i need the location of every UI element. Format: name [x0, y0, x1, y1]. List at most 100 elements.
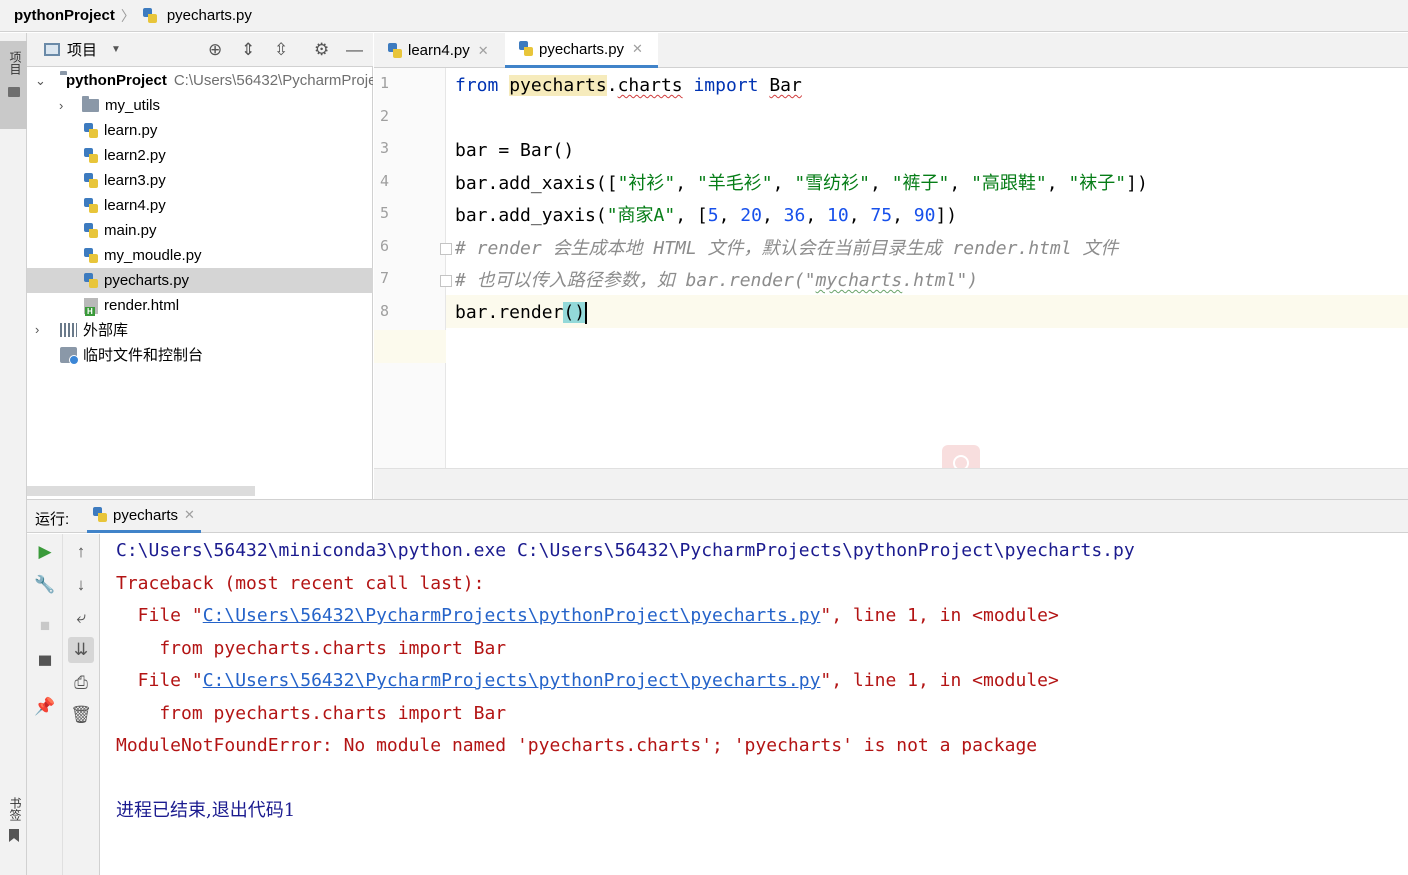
wrench-icon[interactable]: 🔧: [32, 572, 58, 598]
line-number-gutter: 1 2 3 4 5 6 7 8: [374, 68, 452, 468]
soft-wrap-icon[interactable]: ⤶: [68, 605, 94, 631]
rerun-icon[interactable]: ▶: [32, 539, 58, 565]
line-number: 7: [380, 269, 390, 287]
tab-learn4[interactable]: learn4.py ✕: [374, 33, 504, 68]
collapse-all-icon[interactable]: ⇳: [274, 40, 288, 60]
minimize-icon[interactable]: —: [346, 40, 363, 60]
console-file-link[interactable]: C:\Users\56432\PycharmProjects\pythonPro…: [203, 605, 821, 626]
code-token: ,: [949, 173, 972, 194]
close-icon[interactable]: ✕: [478, 43, 489, 59]
console-text: ", line 1, in <module>: [820, 605, 1059, 626]
tree-item-scratches[interactable]: 临时文件和控制台: [27, 342, 373, 367]
code-token: .: [606, 75, 618, 96]
bookmark-icon: [9, 829, 19, 842]
python-file-icon: [84, 172, 98, 189]
project-panel-title[interactable]: 项目: [67, 39, 97, 60]
code-token: ,: [892, 205, 914, 226]
expand-all-icon[interactable]: ⇕: [241, 40, 255, 60]
chevron-right-icon: 〉: [120, 7, 135, 24]
tree-item-external-libs[interactable]: › 外部库: [27, 317, 373, 342]
stripe-project-button[interactable]: 项目: [0, 41, 27, 129]
tree-item-file[interactable]: main.py: [27, 218, 373, 243]
code-token: bar.add_xaxis([: [455, 173, 618, 194]
tree-item-file[interactable]: my_moudle.py: [27, 243, 373, 268]
arrow-up-icon[interactable]: ↑: [68, 539, 94, 565]
console-file-link[interactable]: C:\Users\56432\PycharmProjects\pythonPro…: [203, 670, 821, 691]
code-token: "雪纺衫": [794, 173, 870, 194]
breadcrumb-project[interactable]: pythonProject: [14, 7, 115, 24]
fold-marker-icon[interactable]: [440, 243, 452, 255]
tree-item-label: my_utils: [105, 97, 161, 114]
python-file-icon: [84, 222, 98, 239]
code-line-1[interactable]: from pyecharts.charts import Bar: [455, 69, 802, 102]
tree-item-label: 临时文件和控制台: [83, 347, 204, 364]
code-line-5[interactable]: bar.add_yaxis("商家A", [5, 20, 36, 10, 75,…: [455, 199, 957, 232]
code-token: ]): [935, 205, 958, 226]
code-token: mycharts: [815, 270, 903, 291]
chevron-right-icon[interactable]: ›: [59, 98, 63, 113]
print-icon[interactable]: ⎙: [68, 670, 94, 696]
editor-horizontal-scrollbar[interactable]: [374, 468, 1408, 499]
tree-item-file[interactable]: learn4.py: [27, 193, 373, 218]
text-caret: [585, 302, 588, 324]
tree-item-file[interactable]: render.html: [27, 293, 373, 318]
tree-item-file[interactable]: learn3.py: [27, 168, 373, 193]
chevron-down-icon[interactable]: ⌄: [35, 73, 46, 89]
breadcrumb: pythonProject 〉 pyecharts.py: [0, 0, 1408, 32]
code-token: 90: [913, 205, 936, 226]
pin-icon[interactable]: 📌: [32, 694, 58, 720]
tree-item-my-utils[interactable]: › my_utils: [27, 93, 373, 118]
tree-item-label: render.html: [104, 297, 180, 314]
line-number: 8: [380, 302, 390, 320]
stripe-bookmarks-label: 书签: [8, 797, 22, 821]
code-line-7[interactable]: # 也可以传入路径参数，如 bar.render("mycharts.html"…: [455, 264, 978, 297]
library-icon: [60, 322, 77, 337]
folder-icon: [8, 87, 20, 97]
code-token: "商家A": [606, 205, 676, 226]
chevron-down-icon[interactable]: ▼: [111, 44, 121, 55]
project-panel-header: 项目 ▼ ⊕ ⇕ ⇳ ⚙ —: [27, 33, 373, 67]
code-token: "高跟鞋": [971, 173, 1047, 194]
code-token: ,: [675, 173, 697, 194]
tab-label: pyecharts.py: [539, 40, 625, 58]
tree-item-file-selected[interactable]: pyecharts.py: [27, 268, 373, 293]
tree-item-label: pythonProject: [66, 72, 167, 89]
code-line-8[interactable]: bar.render(): [455, 296, 588, 329]
project-panel: 项目 ▼ ⊕ ⇕ ⇳ ⚙ — ⌄ pythonProject C:\Users\…: [27, 33, 373, 499]
run-toolbar-secondary: ↑ ↓ ⤶ ⇊ ⎙ 🗑: [63, 534, 100, 875]
tree-item-root[interactable]: ⌄ pythonProject C:\Users\56432\PycharmPr…: [27, 68, 373, 93]
scroll-to-end-icon[interactable]: ⇊: [68, 637, 94, 663]
tree-item-label: learn2.py: [104, 147, 166, 164]
layout-icon[interactable]: ▀: [32, 653, 58, 679]
breadcrumb-file[interactable]: pyecharts.py: [167, 7, 252, 24]
python-file-icon: [84, 247, 98, 264]
close-icon[interactable]: ✕: [632, 41, 643, 57]
code-line-4[interactable]: bar.add_xaxis(["衬衫", "羊毛衫", "雪纺衫", "裤子",…: [455, 167, 1148, 200]
chevron-right-icon[interactable]: ›: [35, 322, 39, 337]
python-file-icon: [519, 41, 533, 57]
folder-icon: [82, 96, 99, 112]
tree-item-file[interactable]: learn.py: [27, 118, 373, 143]
run-tab-pyecharts[interactable]: pyecharts ✕: [87, 500, 201, 533]
locate-icon[interactable]: ⊕: [208, 40, 222, 60]
console-exit-line: 进程已结束,退出代码1: [116, 800, 296, 821]
code-line-3[interactable]: bar = Bar(): [455, 134, 574, 167]
trash-icon[interactable]: 🗑: [68, 702, 94, 728]
tree-item-path: C:\Users\56432\PycharmProjects\pythonPro…: [173, 72, 373, 89]
tab-pyecharts[interactable]: pyecharts.py ✕: [505, 33, 658, 68]
code-token: "裤子": [891, 173, 950, 194]
close-icon[interactable]: ✕: [184, 507, 195, 523]
code-token: "衬衫": [617, 173, 676, 194]
run-panel-header: 运行: pyecharts ✕: [27, 500, 1408, 533]
stripe-bookmarks-button[interactable]: 书签: [0, 793, 27, 853]
code-token: .html"): [902, 270, 979, 291]
fold-marker-icon[interactable]: [440, 275, 452, 287]
tree-item-file[interactable]: learn2.py: [27, 143, 373, 168]
line-number: 3: [380, 139, 390, 157]
gear-icon[interactable]: ⚙: [314, 40, 329, 60]
console-file-line: File "C:\Users\56432\PycharmProjects\pyt…: [116, 600, 1059, 632]
code-line-6[interactable]: # render 会生成本地 HTML 文件，默认会在当前目录生成 render…: [455, 232, 1118, 265]
arrow-down-icon[interactable]: ↓: [68, 572, 94, 598]
stop-icon[interactable]: ■: [32, 613, 58, 639]
horizontal-scrollbar[interactable]: [27, 486, 255, 496]
